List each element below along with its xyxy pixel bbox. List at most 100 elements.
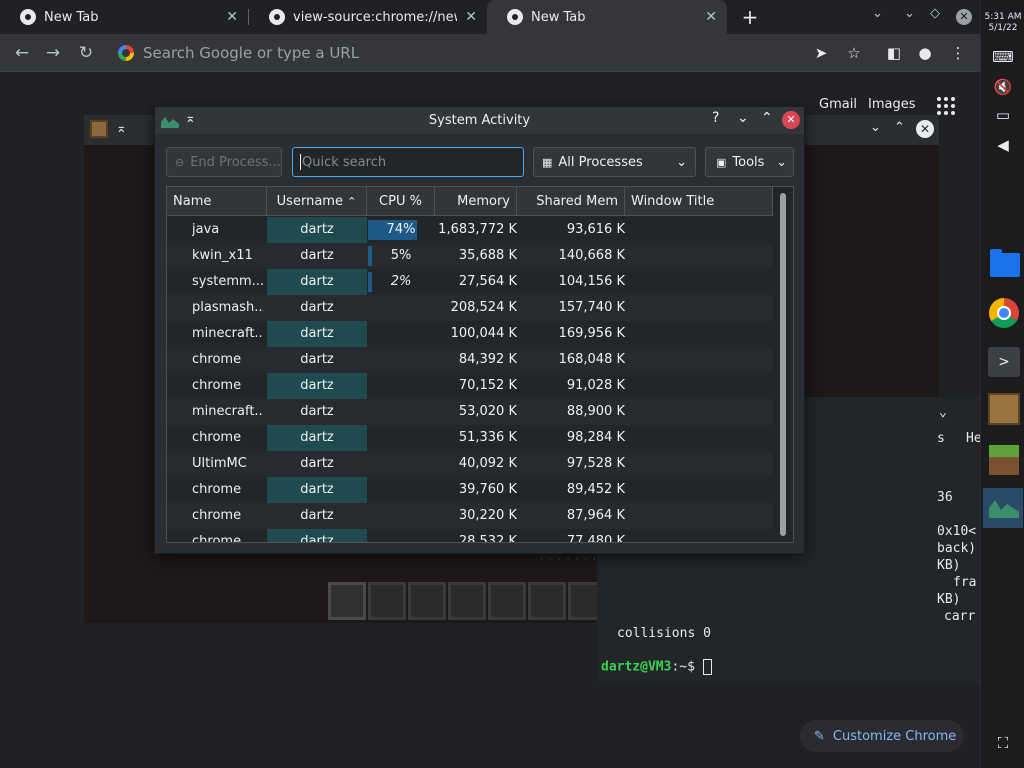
customize-chrome-button[interactable]: ✎ Customize Chrome: [800, 720, 964, 752]
table-row[interactable]: kwin_x11 dartz 5% 35,688 K 140,668 K: [167, 243, 773, 269]
tab-new-tab-active[interactable]: New Tab ✕: [487, 0, 727, 34]
table-row[interactable]: chrome dartz 39,760 K 89,452 K: [167, 477, 773, 503]
process-username: dartz: [300, 534, 334, 543]
collapse-arrow-icon[interactable]: ◀: [991, 136, 1015, 156]
process-cpu: [367, 399, 435, 425]
tools-menu-button[interactable]: ▣ Tools ⌄: [705, 147, 794, 177]
table-row[interactable]: chrome dartz 51,336 K 98,284 K: [167, 425, 773, 451]
terminal-text: 36: [937, 490, 953, 505]
close-tab-icon[interactable]: ✕: [705, 9, 717, 25]
launcher-icon[interactable]: ⛶: [991, 734, 1015, 754]
table-row[interactable]: minecraft... dartz 53,020 K 88,900 K: [167, 399, 773, 425]
hotbar-slot[interactable]: [488, 582, 526, 620]
status-clock[interactable]: 5:31 AM 5/1/22: [981, 12, 1024, 34]
table-row[interactable]: java dartz 74% 1,683,772 K 93,616 K: [167, 217, 773, 243]
process-memory: 28,532 K: [458, 534, 517, 543]
clock-time: 5:31 AM: [984, 12, 1022, 22]
minimize-icon[interactable]: ⌄: [870, 120, 881, 135]
process-filter-select[interactable]: ▦ All Processes ⌄: [533, 147, 696, 177]
hotbar-slot[interactable]: [448, 582, 486, 620]
google-apps-icon[interactable]: [937, 97, 955, 115]
tab-new-tab-1[interactable]: New Tab ✕: [0, 0, 248, 34]
end-process-button[interactable]: ⊖ End Process...: [166, 147, 282, 177]
table-row[interactable]: plasmash... dartz 208,524 K 157,740 K: [167, 295, 773, 321]
forward-arrow-icon[interactable]: →: [42, 42, 64, 64]
column-header-cpu[interactable]: CPU %: [367, 187, 435, 216]
crafting-table-icon[interactable]: [983, 390, 1023, 430]
speaker-muted-icon[interactable]: 🔇: [991, 78, 1015, 98]
terminal-chevron-icon[interactable]: ⌄: [939, 405, 947, 420]
process-name: java: [192, 222, 220, 237]
terminal-cursor: [702, 659, 712, 675]
close-tab-icon[interactable]: ✕: [226, 9, 238, 25]
reload-icon[interactable]: ↻: [75, 42, 97, 64]
images-link[interactable]: Images: [868, 97, 916, 112]
minimize-window-icon[interactable]: ⌄: [904, 6, 915, 21]
hotbar-slot[interactable]: [408, 582, 446, 620]
help-icon[interactable]: ?: [712, 110, 719, 126]
minecraft-grass-icon[interactable]: [983, 440, 1023, 480]
display-icon[interactable]: ▭: [991, 106, 1015, 126]
clock-date: 5/1/22: [988, 23, 1018, 33]
process-username: dartz: [300, 430, 334, 445]
tab-search-chevron-icon[interactable]: ⌄: [872, 6, 883, 21]
table-row[interactable]: chrome dartz 84,392 K 168,048 K: [167, 347, 773, 373]
quick-search-input[interactable]: Quick search: [292, 147, 524, 177]
table-row[interactable]: chrome dartz 70,152 K 91,028 K: [167, 373, 773, 399]
table-row[interactable]: UltimMC dartz 40,092 K 97,528 K: [167, 451, 773, 477]
table-row[interactable]: chrome dartz 28,532 K 77,480 K: [167, 529, 773, 543]
files-icon[interactable]: [983, 245, 1023, 285]
new-tab-button[interactable]: +: [738, 4, 762, 30]
terminal-glyph: >: [988, 347, 1020, 377]
hotbar-slot[interactable]: [328, 582, 366, 620]
vertical-scrollbar[interactable]: [775, 187, 793, 542]
column-header-name[interactable]: Name: [167, 187, 267, 216]
table-row[interactable]: chrome dartz 30,220 K 87,964 K: [167, 503, 773, 529]
process-name: chrome: [192, 430, 242, 445]
column-header-username[interactable]: Username ⌃: [267, 187, 367, 216]
text-caret: [300, 154, 301, 170]
terminal-collisions-line: collisions 0: [617, 626, 711, 641]
tools-label: Tools: [732, 154, 765, 170]
terminal-icon[interactable]: >: [983, 342, 1023, 382]
table-row[interactable]: systemm... dartz 2% 27,564 K 104,156 K: [167, 269, 773, 295]
close-icon[interactable]: ✕: [916, 120, 934, 138]
keep-above-icon[interactable]: ⌅: [116, 121, 127, 136]
tab-title: view-source:chrome://new-tab: [293, 9, 457, 25]
process-memory: 208,524 K: [450, 300, 517, 315]
customize-chrome-label: Customize Chrome: [832, 728, 957, 744]
gmail-link[interactable]: Gmail: [819, 97, 857, 112]
menu-icon[interactable]: ⋮: [947, 42, 969, 64]
back-arrow-icon[interactable]: ←: [11, 42, 33, 64]
omnibox-placeholder: Search Google or type a URL: [143, 44, 360, 62]
process-cpu: [367, 321, 435, 347]
maximize-window-icon[interactable]: ◇: [930, 6, 940, 21]
maximize-icon[interactable]: ⌃: [894, 120, 905, 135]
tab-view-source[interactable]: view-source:chrome://new-tab ✕: [249, 0, 487, 34]
column-header-window-title[interactable]: Window Title: [625, 187, 773, 216]
minimize-icon[interactable]: ⌄: [737, 110, 749, 126]
system-activity-icon[interactable]: [983, 488, 1023, 528]
scrollbar-thumb[interactable]: [780, 193, 786, 536]
send-icon[interactable]: ➤: [810, 42, 832, 64]
process-shared-mem: 157,740 K: [558, 300, 625, 315]
system-activity-window: ⌅ System Activity ? ⌄ ⌃ ✕ ⊖ End Process.…: [154, 106, 805, 554]
process-cpu: [367, 529, 435, 542]
close-icon[interactable]: ✕: [782, 111, 800, 129]
profile-icon[interactable]: ●: [914, 42, 936, 64]
side-panel-icon[interactable]: ◧: [883, 42, 905, 64]
process-shared-mem: 91,028 K: [566, 378, 625, 393]
terminal-prompt[interactable]: dartz@VM3:~$: [601, 659, 712, 675]
chrome-icon[interactable]: [983, 294, 1023, 334]
close-tab-icon[interactable]: ✕: [465, 9, 477, 25]
hotbar-slot[interactable]: [368, 582, 406, 620]
close-window-icon[interactable]: ✕: [956, 9, 972, 25]
column-header-memory[interactable]: Memory: [435, 187, 517, 216]
toolbox-icon: ▣: [716, 155, 727, 169]
keyboard-icon[interactable]: ⌨: [991, 48, 1015, 68]
maximize-icon[interactable]: ⌃: [761, 110, 773, 126]
table-row[interactable]: minecraft... dartz 100,044 K 169,956 K: [167, 321, 773, 347]
column-header-shared-mem[interactable]: Shared Mem: [517, 187, 625, 216]
star-icon[interactable]: ☆: [843, 42, 865, 64]
hotbar-slot[interactable]: [528, 582, 566, 620]
